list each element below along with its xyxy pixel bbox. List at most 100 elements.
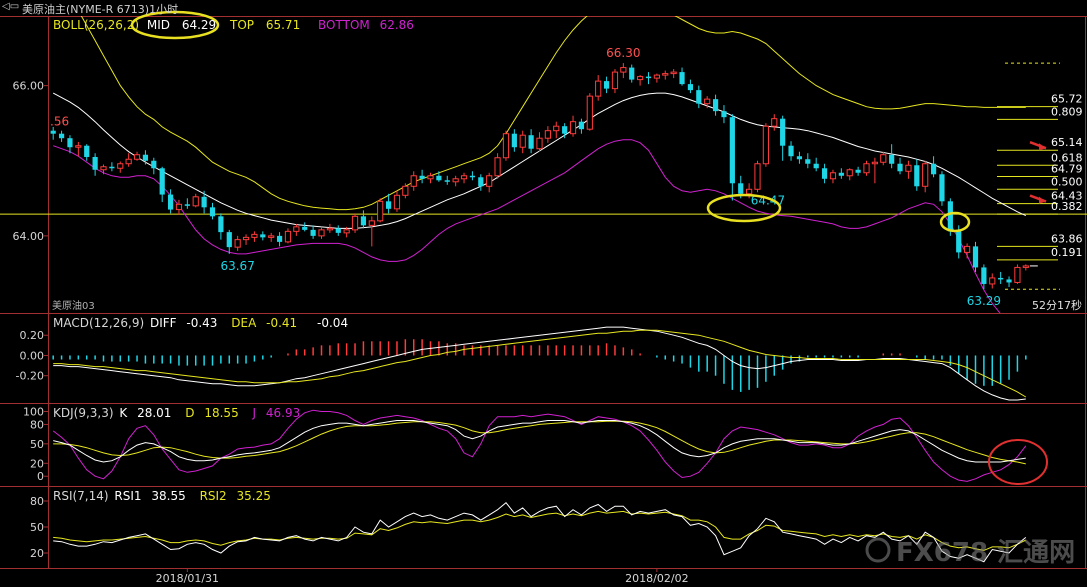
kdj-d-label: D	[185, 406, 195, 420]
price-annotation: 66.30	[606, 46, 640, 60]
price-annotation: 63.67	[220, 259, 254, 273]
candle	[855, 166, 861, 176]
candle-body	[821, 168, 828, 179]
candle-body	[780, 118, 786, 146]
candle	[58, 130, 65, 142]
macd-value: -0.04	[317, 316, 349, 330]
candle-body	[871, 161, 878, 165]
candle	[242, 234, 250, 245]
candle	[712, 94, 719, 116]
candle	[1006, 276, 1012, 287]
candle	[629, 64, 635, 83]
candle-body	[620, 67, 627, 73]
candle	[452, 175, 459, 187]
candle	[922, 160, 929, 193]
candle-body	[637, 76, 644, 81]
candle	[75, 141, 82, 157]
candle-body	[897, 163, 903, 172]
y-tick-label: 64.00	[13, 230, 45, 243]
candle-body	[704, 98, 711, 105]
candle	[159, 166, 165, 203]
candle-body	[629, 67, 635, 80]
candle	[754, 160, 761, 193]
candle-body	[998, 277, 1004, 280]
candle	[175, 199, 183, 215]
candle-body	[402, 185, 409, 196]
candle-body	[226, 232, 232, 248]
candle	[335, 225, 341, 236]
candle	[578, 118, 585, 134]
rsi1-line	[53, 501, 1027, 563]
candle-body	[393, 194, 401, 210]
macd-dea-value: -0.41	[266, 316, 298, 330]
kdj-j-label: J	[252, 406, 257, 420]
candle-body	[1014, 266, 1021, 283]
candle-body	[829, 172, 837, 180]
candle-body	[192, 196, 199, 207]
candle	[679, 67, 685, 86]
boll-bottom-value: 62.86	[379, 18, 414, 32]
candle-body	[427, 175, 434, 180]
macd-legend: MACD(12,26,9) DIFF -0.43 DEA -0.41 -0.04	[53, 316, 348, 330]
price-annotation: 63.29	[967, 294, 1001, 308]
candle-body	[494, 157, 501, 177]
candle-body	[511, 133, 517, 148]
candle-body	[956, 231, 962, 253]
candle-body	[603, 81, 610, 89]
candle-body	[452, 178, 459, 183]
candle-body	[653, 74, 660, 79]
y-tick-label: 50	[30, 438, 44, 451]
candle-body	[159, 168, 165, 195]
boll-bands	[52, 16, 1027, 313]
candle-body	[771, 118, 778, 127]
candle-body	[905, 164, 912, 172]
candle-body	[234, 239, 241, 248]
candle	[780, 115, 786, 161]
candle-body	[922, 163, 929, 187]
candle-body	[1006, 279, 1012, 283]
candle-body	[645, 76, 652, 79]
candle	[460, 172, 468, 184]
candle-body	[855, 169, 861, 173]
candle	[762, 123, 769, 167]
candle	[829, 169, 837, 184]
candle-body	[218, 216, 224, 233]
candle-body	[326, 227, 333, 231]
candle	[419, 169, 425, 184]
candle	[536, 132, 543, 152]
candle	[846, 168, 853, 181]
price-annotation: .56	[50, 115, 69, 129]
candle	[653, 73, 660, 83]
candle-body	[889, 154, 895, 164]
candle-body	[92, 156, 98, 170]
kdj-j-line	[52, 409, 1027, 482]
candle-body	[578, 121, 585, 130]
candle-body	[805, 159, 811, 164]
candle-body	[260, 234, 266, 238]
candle-body	[486, 175, 493, 187]
candle-body	[368, 220, 375, 226]
panel-toggle-icon[interactable]: ◁▭	[2, 1, 19, 12]
candle-body	[679, 72, 685, 85]
candle-body	[738, 183, 744, 194]
rsi-label: RSI(7,14)	[53, 489, 109, 503]
candle	[218, 213, 224, 240]
rsi1-value: 38.55	[151, 489, 186, 503]
candle	[302, 222, 308, 232]
y-tick-label: 0.20	[20, 329, 45, 342]
candle	[1014, 264, 1021, 284]
candle	[260, 231, 266, 241]
candle	[293, 223, 300, 236]
y-tick-label: 20	[30, 547, 44, 560]
contract-label: 美原油03	[52, 299, 95, 312]
x-tick-label: 2018/01/31	[156, 572, 219, 585]
candle	[268, 232, 275, 242]
y-tick-label: 80	[30, 495, 44, 508]
candle-body	[981, 267, 987, 284]
candle-body	[930, 163, 937, 175]
y-tick-label: 50	[30, 521, 44, 534]
candle-body	[343, 229, 350, 234]
candle	[972, 241, 979, 272]
candle-body	[947, 201, 953, 232]
y-tick-label: -0.20	[16, 370, 44, 383]
